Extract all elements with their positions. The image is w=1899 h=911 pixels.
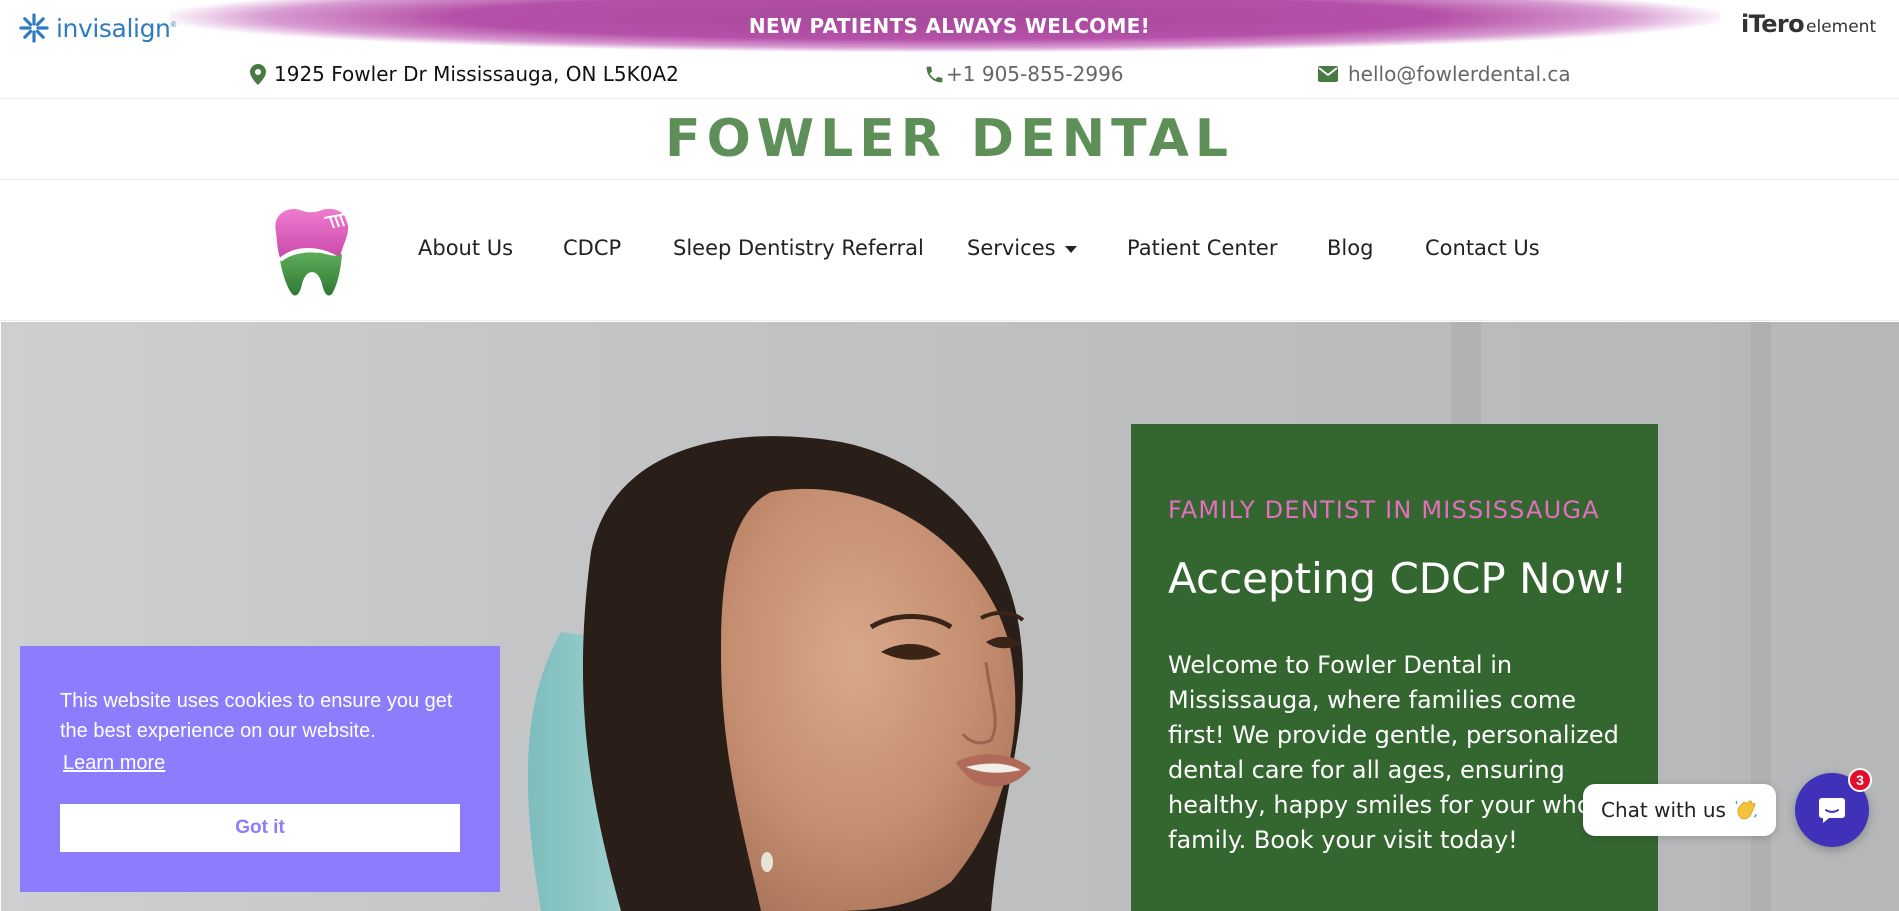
invisalign-star-icon — [19, 13, 49, 43]
hero-heading: Accepting CDCP Now! — [1168, 554, 1628, 603]
nav-cdcp[interactable]: CDCP — [563, 236, 621, 260]
tooth-logo-icon[interactable] — [264, 202, 360, 298]
email-link[interactable]: hello@fowlerdental.ca — [1318, 60, 1571, 88]
invisalign-logo[interactable]: invisalign ® — [18, 12, 176, 44]
chat-unread-badge: 3 — [1848, 768, 1872, 792]
caret-down-icon — [1064, 245, 1077, 253]
site-title[interactable]: FOWLER DENTAL — [0, 109, 1899, 169]
learn-more-link[interactable]: Learn more — [63, 752, 165, 775]
got-it-button[interactable]: Got it — [60, 804, 460, 852]
registered-mark: ® — [170, 19, 177, 29]
address-link[interactable]: 1925 Fowler Dr Mississauga, ON L5K0A2 — [250, 60, 679, 88]
address-text: 1925 Fowler Dr Mississauga, ON L5K0A2 — [274, 62, 679, 86]
phone-link[interactable]: +1 905-855-2996 — [924, 60, 1124, 88]
phone-text: +1 905-855-2996 — [946, 62, 1124, 86]
waving-hand-icon — [1734, 798, 1758, 822]
nav-services[interactable]: Services — [967, 236, 1077, 260]
hero-body: Welcome to Fowler Dental in Mississauga,… — [1168, 651, 1619, 854]
contact-bar: 1925 Fowler Dr Mississauga, ON L5K0A2 +1… — [0, 52, 1899, 99]
chat-prompt-bubble[interactable]: Chat with us — [1583, 784, 1776, 836]
invisalign-wordmark: invisalign — [56, 13, 171, 43]
nav-patient-center[interactable]: Patient Center — [1127, 236, 1277, 260]
map-pin-icon — [250, 63, 266, 85]
chat-prompt-label: Chat with us — [1601, 798, 1726, 822]
nav-contact-us[interactable]: Contact Us — [1425, 236, 1540, 260]
phone-icon — [924, 64, 945, 85]
hero-eyebrow: FAMILY DENTIST IN MISSISSAUGA — [1168, 496, 1600, 524]
banner-text: NEW PATIENTS ALWAYS WELCOME! — [748, 14, 1151, 38]
itero-logo[interactable]: iTero element — [1741, 10, 1876, 38]
cookie-message: This website uses cookies to ensure you … — [60, 690, 453, 742]
cookie-banner: This website uses cookies to ensure you … — [20, 646, 500, 892]
nav-sleep-dentistry-referral[interactable]: Sleep Dentistry Referral — [673, 236, 924, 260]
envelope-icon — [1318, 66, 1338, 82]
nav-services-label: Services — [967, 236, 1056, 260]
main-nav: About Us CDCP Sleep Dentistry Referral S… — [0, 180, 1899, 321]
title-band: FOWLER DENTAL — [0, 99, 1899, 180]
nav-about-us[interactable]: About Us — [418, 236, 513, 260]
itero-subtext: element — [1806, 17, 1877, 37]
hero-card: FAMILY DENTIST IN MISSISSAUGA Accepting … — [1131, 424, 1658, 911]
email-text: hello@fowlerdental.ca — [1348, 62, 1571, 86]
nav-blog[interactable]: Blog — [1327, 236, 1373, 260]
top-banner: NEW PATIENTS ALWAYS WELCOME! invisalign … — [0, 0, 1899, 52]
chat-icon — [1819, 798, 1845, 823]
itero-wordmark: iTero — [1741, 10, 1805, 38]
